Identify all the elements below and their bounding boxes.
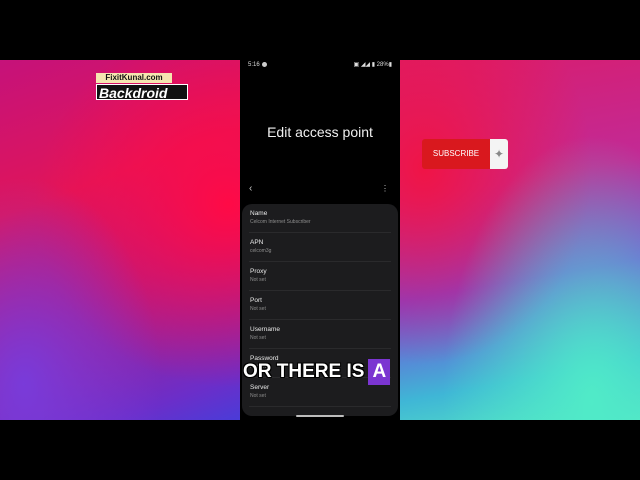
field-value: Not set bbox=[250, 335, 266, 341]
top-letterbox bbox=[0, 0, 640, 60]
logo-brand: Backdroid bbox=[96, 84, 188, 101]
channel-logo: FixitKunal.com Backdroid bbox=[96, 73, 188, 101]
scroll-indicator bbox=[296, 415, 344, 417]
field-name[interactable]: Name Celcom Internet Subscriber bbox=[249, 204, 391, 233]
field-label: Port bbox=[250, 297, 262, 304]
field-port[interactable]: Port Not set bbox=[249, 291, 391, 320]
field-value: Celcom Internet Subscriber bbox=[250, 219, 311, 225]
field-label: Proxy bbox=[250, 268, 267, 275]
field-value: Not set bbox=[250, 306, 266, 312]
field-label: APN bbox=[250, 239, 264, 246]
video-caption: OR THERE IS A bbox=[243, 358, 391, 386]
field-label: Name bbox=[250, 210, 268, 217]
logo-website: FixitKunal.com bbox=[96, 73, 172, 83]
status-bar: 5:16 ▣ ◢◢ ▮ 28%▮ bbox=[240, 60, 400, 70]
bell-icon[interactable]: ✦ bbox=[490, 139, 508, 169]
field-proxy[interactable]: Proxy Not set bbox=[249, 262, 391, 291]
more-options-icon[interactable]: ⋮ bbox=[381, 184, 389, 194]
background-left-wallpaper bbox=[0, 60, 240, 420]
subscribe-label: SUBSCRIBE bbox=[422, 139, 490, 169]
caption-highlight-word: A bbox=[368, 359, 391, 385]
field-value: Not set bbox=[250, 393, 266, 399]
background-right-wallpaper bbox=[400, 60, 640, 420]
back-arrow-icon[interactable]: ‹ bbox=[249, 184, 252, 194]
status-time: 5:16 bbox=[248, 62, 260, 68]
page-title: Edit access point bbox=[267, 124, 373, 140]
field-username[interactable]: Username Not set bbox=[249, 320, 391, 349]
field-value: celcom3g bbox=[250, 248, 272, 254]
caption-text: OR THERE IS bbox=[243, 361, 365, 382]
status-indicators: ▣ ◢◢ ▮ 28%▮ bbox=[353, 62, 392, 68]
notification-icon bbox=[262, 62, 267, 67]
bottom-letterbox bbox=[0, 420, 640, 480]
field-value: Not set bbox=[250, 277, 266, 283]
field-label: Username bbox=[250, 326, 280, 333]
field-apn[interactable]: APN celcom3g bbox=[249, 233, 391, 262]
subscribe-button[interactable]: SUBSCRIBE ✦ bbox=[422, 139, 508, 169]
